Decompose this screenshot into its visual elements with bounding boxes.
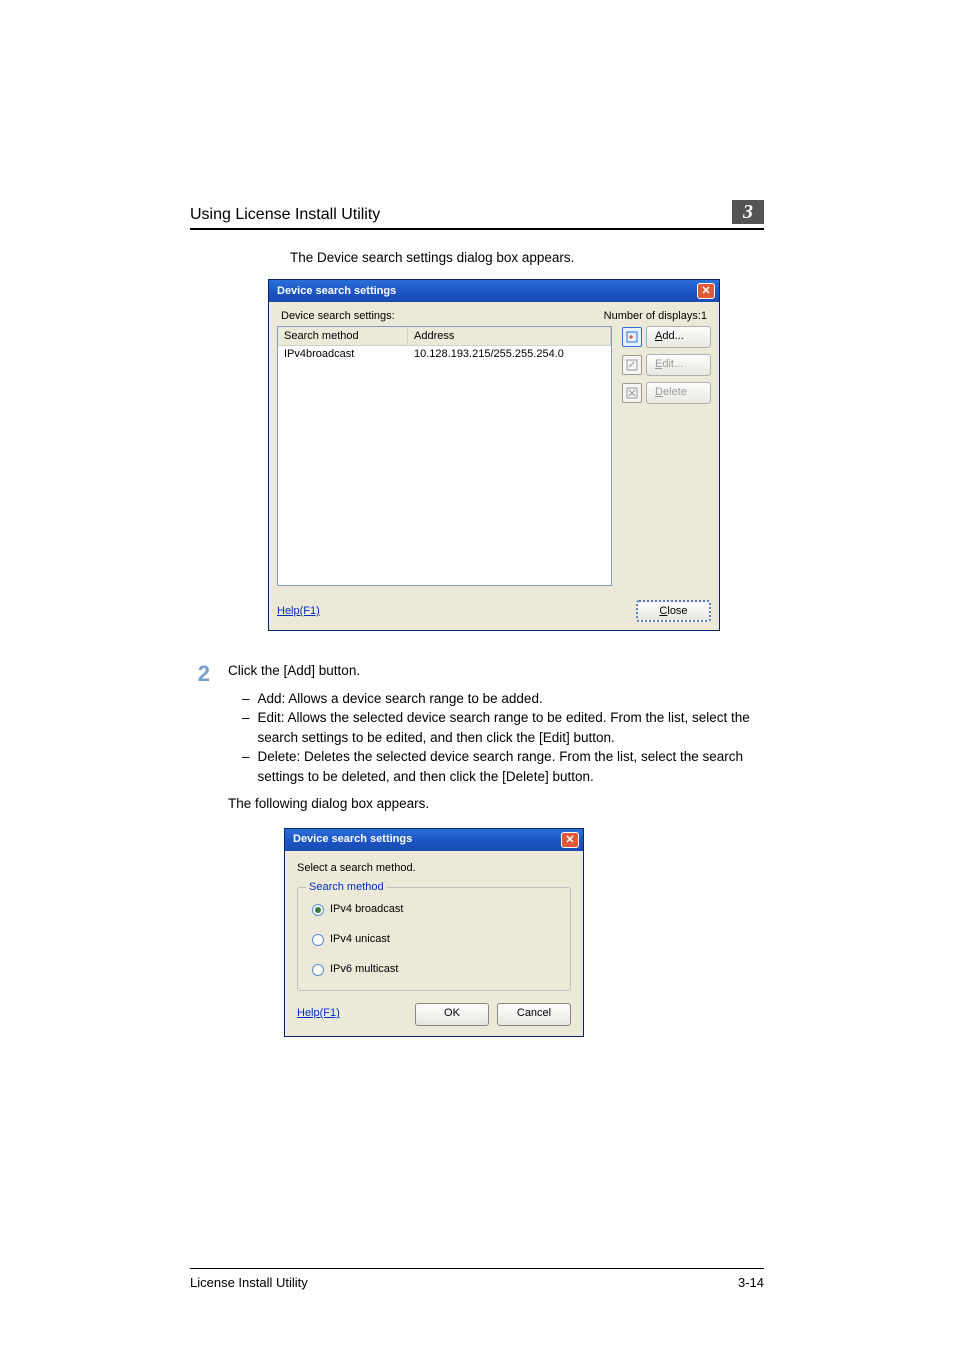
list-item: – Add: Allows a device search range to b… [228, 689, 764, 709]
edit-button[interactable]: Edit... [646, 354, 711, 376]
radio-icon [312, 934, 324, 946]
intro-text: The Device search settings dialog box ap… [290, 250, 764, 265]
radio-label: IPv6 multicast [330, 962, 398, 978]
radio-icon [312, 904, 324, 916]
column-search-method[interactable]: Search method [278, 327, 408, 345]
cell-search-method: IPv4broadcast [278, 346, 408, 362]
close-icon[interactable]: ✕ [561, 832, 579, 848]
radio-ipv4-broadcast[interactable]: IPv4 broadcast [312, 902, 556, 918]
groupbox-legend: Search method [306, 880, 387, 896]
radio-ipv6-multicast[interactable]: IPv6 multicast [312, 962, 556, 978]
page-header: Using License Install Utility 3 [190, 200, 764, 230]
footer-right: 3-14 [738, 1275, 764, 1290]
add-button[interactable]: Add... [646, 326, 711, 348]
search-settings-list[interactable]: Search method Address IPv4broadcast 10.1… [277, 326, 612, 586]
step-instruction: Click the [Add] button. [228, 661, 764, 681]
close-icon[interactable]: ✕ [697, 283, 715, 299]
edit-icon [622, 355, 642, 375]
displays-count-label: Number of displays:1 [604, 310, 707, 322]
page-footer: License Install Utility 3-14 [190, 1268, 764, 1290]
cancel-button[interactable]: Cancel [497, 1003, 571, 1026]
search-method-dialog: Device search settings ✕ Select a search… [284, 828, 584, 1037]
radio-icon [312, 964, 324, 976]
add-icon [622, 327, 642, 347]
header-title: Using License Install Utility [190, 206, 380, 224]
followup-text: The following dialog box appears. [228, 794, 764, 814]
step-number: 2 [190, 661, 210, 1037]
list-item-text: Delete: Deletes the selected device sear… [258, 747, 764, 786]
device-search-settings-dialog: Device search settings ✕ Device search s… [268, 279, 720, 631]
help-link[interactable]: Help(F1) [277, 605, 320, 617]
dialog-titlebar: Device search settings ✕ [269, 280, 719, 302]
radio-label: IPv4 broadcast [330, 902, 403, 918]
table-row[interactable]: IPv4broadcast 10.128.193.215/255.255.254… [278, 346, 611, 362]
column-address[interactable]: Address [408, 327, 611, 345]
dialog-title: Device search settings [293, 832, 412, 848]
list-item: – Edit: Allows the selected device searc… [228, 708, 764, 747]
help-link[interactable]: Help(F1) [297, 1006, 340, 1022]
footer-left: License Install Utility [190, 1275, 308, 1290]
delete-icon [622, 383, 642, 403]
close-button[interactable]: Close [636, 600, 711, 622]
dialog-message: Select a search method. [297, 861, 571, 877]
ok-button[interactable]: OK [415, 1003, 489, 1026]
dialog-title: Device search settings [277, 285, 396, 297]
dialog-titlebar: Device search settings ✕ [285, 829, 583, 851]
search-method-groupbox: Search method IPv4 broadcast IPv4 unicas… [297, 887, 571, 991]
radio-ipv4-unicast[interactable]: IPv4 unicast [312, 932, 556, 948]
delete-button[interactable]: Delete [646, 382, 711, 404]
bullet-dash: – [242, 708, 250, 747]
cell-address: 10.128.193.215/255.255.254.0 [408, 346, 611, 362]
list-item: – Delete: Deletes the selected device se… [228, 747, 764, 786]
chapter-number-badge: 3 [732, 200, 764, 224]
bullet-dash: – [242, 689, 250, 709]
settings-label: Device search settings: [281, 310, 395, 322]
radio-label: IPv4 unicast [330, 932, 390, 948]
list-header: Search method Address [278, 327, 611, 346]
bullet-dash: – [242, 747, 250, 786]
list-item-text: Edit: Allows the selected device search … [258, 708, 764, 747]
list-item-text: Add: Allows a device search range to be … [258, 689, 543, 709]
